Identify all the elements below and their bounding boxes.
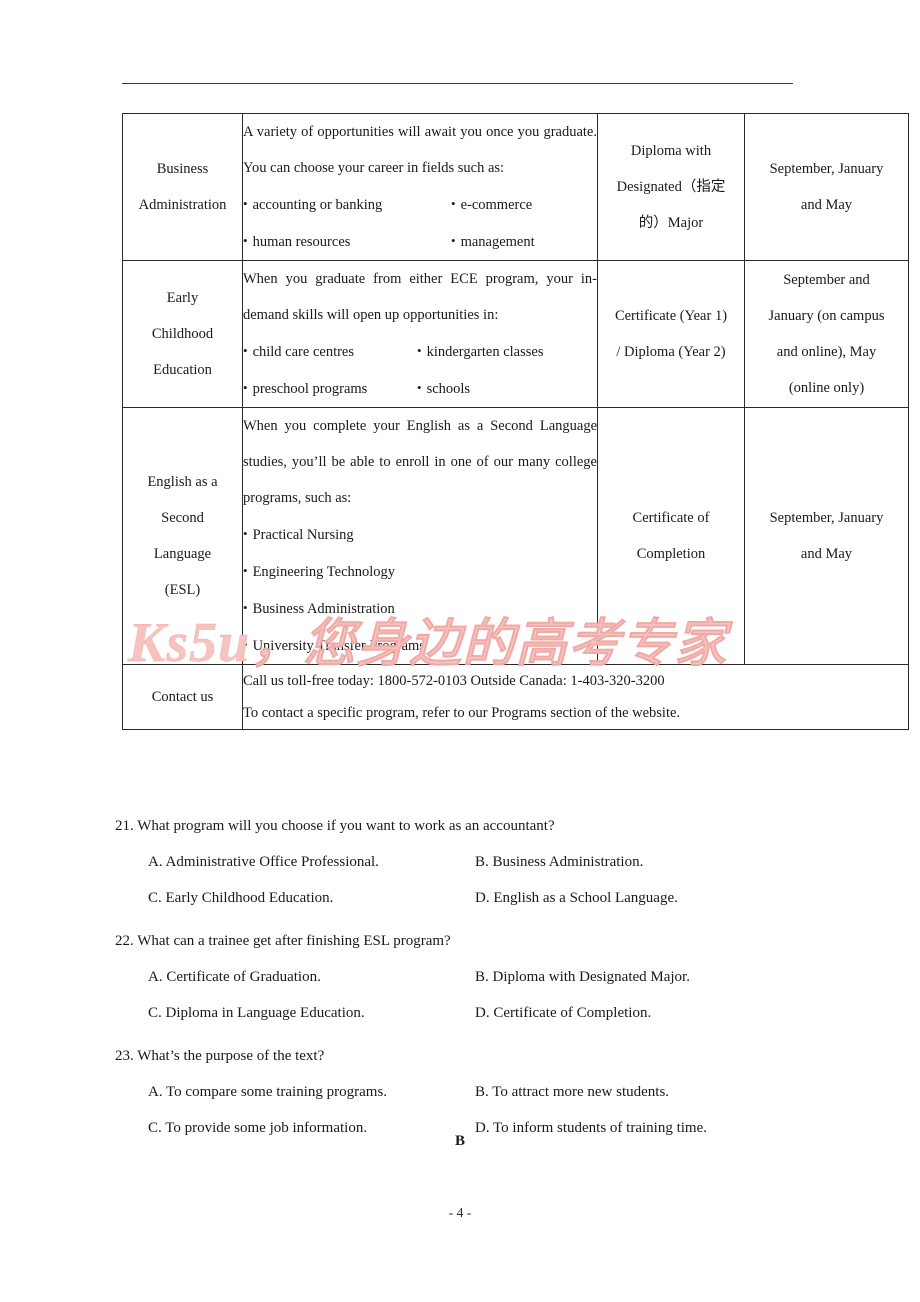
start-dates-cell: September, January and May bbox=[744, 113, 909, 261]
credential-line: / Diploma (Year 2) bbox=[616, 344, 726, 360]
question-23: 23. What’s the purpose of the text? A. T… bbox=[110, 1038, 910, 1146]
start-dates-cell: September, January and May bbox=[744, 407, 909, 665]
option-b[interactable]: B. Business Administration. bbox=[475, 844, 643, 880]
program-name-line: Second bbox=[161, 510, 204, 526]
program-name-line: Childhood bbox=[151, 326, 214, 342]
start-date-line: January (on campus bbox=[768, 308, 885, 324]
program-intro-text: When you graduate from either ECE progra… bbox=[243, 271, 597, 323]
section-answer-mark: B bbox=[454, 1133, 465, 1149]
program-name-line: Business bbox=[156, 161, 209, 177]
question-option-row: A. To compare some training programs. B.… bbox=[110, 1074, 910, 1110]
bullet-row: human resources management bbox=[243, 223, 597, 260]
contact-label-cell: Contact us bbox=[122, 664, 243, 730]
program-name-cell: Business Administration bbox=[122, 113, 243, 261]
credential-line: Designated（指定 bbox=[616, 179, 726, 195]
bullet-item: preschool programs bbox=[243, 370, 417, 407]
bullet-row: child care centres kindergarten classes bbox=[243, 333, 597, 370]
start-date-line: September and bbox=[783, 272, 870, 288]
bullet-row: accounting or banking e-commerce bbox=[243, 186, 597, 223]
program-description-cell: When you graduate from either ECE progra… bbox=[242, 260, 598, 408]
questions-section: 21. What program will you choose if you … bbox=[110, 808, 910, 1153]
start-date-line: (online only) bbox=[788, 380, 865, 396]
start-date-line: and May bbox=[800, 197, 853, 213]
question-stem: 23. What’s the purpose of the text? bbox=[115, 1048, 325, 1064]
credential-cell: Certificate of Completion bbox=[597, 407, 745, 665]
contact-label: Contact us bbox=[151, 689, 214, 705]
credential-line: 的）Major bbox=[638, 215, 704, 231]
program-name-cell: English as a Second Language (ESL) bbox=[122, 407, 243, 665]
program-description-cell: A variety of opportunities will await yo… bbox=[242, 113, 598, 261]
bullet-item: schools bbox=[417, 370, 471, 407]
contact-line: Call us toll-free today: 1800-572-0103 O… bbox=[243, 673, 665, 689]
program-name-line: English as a bbox=[147, 474, 218, 490]
option-a[interactable]: A. Administrative Office Professional. bbox=[110, 844, 475, 880]
option-a[interactable]: A. To compare some training programs. bbox=[110, 1074, 475, 1110]
bullet-item: kindergarten classes bbox=[417, 333, 544, 370]
table-row: English as a Second Language (ESL) When … bbox=[122, 407, 909, 665]
page-header-rule bbox=[122, 83, 793, 84]
credential-cell: Diploma with Designated（指定 的）Major bbox=[597, 113, 745, 261]
question-option-row: A. Administrative Office Professional. B… bbox=[110, 844, 910, 880]
program-name-line: Language bbox=[153, 546, 212, 562]
option-d[interactable]: D. Certificate of Completion. bbox=[475, 995, 651, 1031]
question-option-row: C. Early Childhood Education. D. English… bbox=[110, 880, 910, 916]
question-21: 21. What program will you choose if you … bbox=[110, 808, 910, 916]
contact-line: To contact a specific program, refer to … bbox=[243, 705, 681, 721]
option-c[interactable]: C. Diploma in Language Education. bbox=[110, 995, 475, 1031]
start-date-line: September, January bbox=[769, 510, 884, 526]
option-d[interactable]: D. English as a School Language. bbox=[475, 880, 678, 916]
question-option-row: C. Diploma in Language Education. D. Cer… bbox=[110, 995, 910, 1031]
credential-line: Certificate (Year 1) bbox=[614, 308, 728, 324]
credential-cell: Certificate (Year 1) / Diploma (Year 2) bbox=[597, 260, 745, 408]
start-date-line: and online), May bbox=[776, 344, 877, 360]
bullet-item: e-commerce bbox=[451, 186, 533, 223]
bullet-item: management bbox=[451, 223, 535, 260]
question-stem: 21. What program will you choose if you … bbox=[115, 818, 555, 834]
bullet-item: accounting or banking bbox=[243, 186, 451, 223]
bullet-item: University Transfer Programs bbox=[243, 627, 597, 664]
bullet-item: child care centres bbox=[243, 333, 417, 370]
credential-line: Completion bbox=[636, 546, 706, 562]
start-dates-cell: September and January (on campus and onl… bbox=[744, 260, 909, 408]
option-a[interactable]: A. Certificate of Graduation. bbox=[110, 959, 475, 995]
bullet-item: Practical Nursing bbox=[243, 516, 597, 553]
program-intro-text: When you complete your English as a Seco… bbox=[243, 418, 597, 506]
start-date-line: September, January bbox=[769, 161, 884, 177]
program-name-line: Administration bbox=[138, 197, 227, 213]
table-row: Early Childhood Education When you gradu… bbox=[122, 260, 909, 408]
bullet-item: human resources bbox=[243, 223, 451, 260]
program-bullet-list: Practical Nursing Engineering Technology… bbox=[243, 516, 597, 664]
contact-details-cell: Call us toll-free today: 1800-572-0103 O… bbox=[242, 664, 909, 730]
option-b[interactable]: B. To attract more new students. bbox=[475, 1074, 669, 1110]
credential-line: Certificate of bbox=[632, 510, 710, 526]
program-description-cell: When you complete your English as a Seco… bbox=[242, 407, 598, 665]
bullet-item: Business Administration bbox=[243, 590, 597, 627]
question-option-row: A. Certificate of Graduation. B. Diploma… bbox=[110, 959, 910, 995]
question-stem: 22. What can a trainee get after finishi… bbox=[115, 933, 451, 949]
table-row-contact: Contact us Call us toll-free today: 1800… bbox=[122, 664, 909, 730]
credential-line: Diploma with bbox=[630, 143, 712, 159]
page-number: - 4 - bbox=[448, 1205, 472, 1220]
program-name-line: (ESL) bbox=[164, 582, 201, 598]
program-name-cell: Early Childhood Education bbox=[122, 260, 243, 408]
bullet-row: preschool programs schools bbox=[243, 370, 597, 407]
option-c[interactable]: C. Early Childhood Education. bbox=[110, 880, 475, 916]
bullet-item: Engineering Technology bbox=[243, 553, 597, 590]
start-date-line: and May bbox=[800, 546, 853, 562]
program-name-line: Early bbox=[166, 290, 199, 306]
program-name-line: Education bbox=[153, 362, 212, 378]
option-b[interactable]: B. Diploma with Designated Major. bbox=[475, 959, 690, 995]
table-row: Business Administration A variety of opp… bbox=[122, 113, 909, 261]
program-intro-text: A variety of opportunities will await yo… bbox=[243, 124, 597, 176]
program-bullet-grid: child care centres kindergarten classes … bbox=[243, 333, 597, 407]
program-bullet-grid: accounting or banking e-commerce human r… bbox=[243, 186, 597, 260]
question-22: 22. What can a trainee get after finishi… bbox=[110, 923, 910, 1031]
program-table: Business Administration A variety of opp… bbox=[122, 113, 909, 730]
